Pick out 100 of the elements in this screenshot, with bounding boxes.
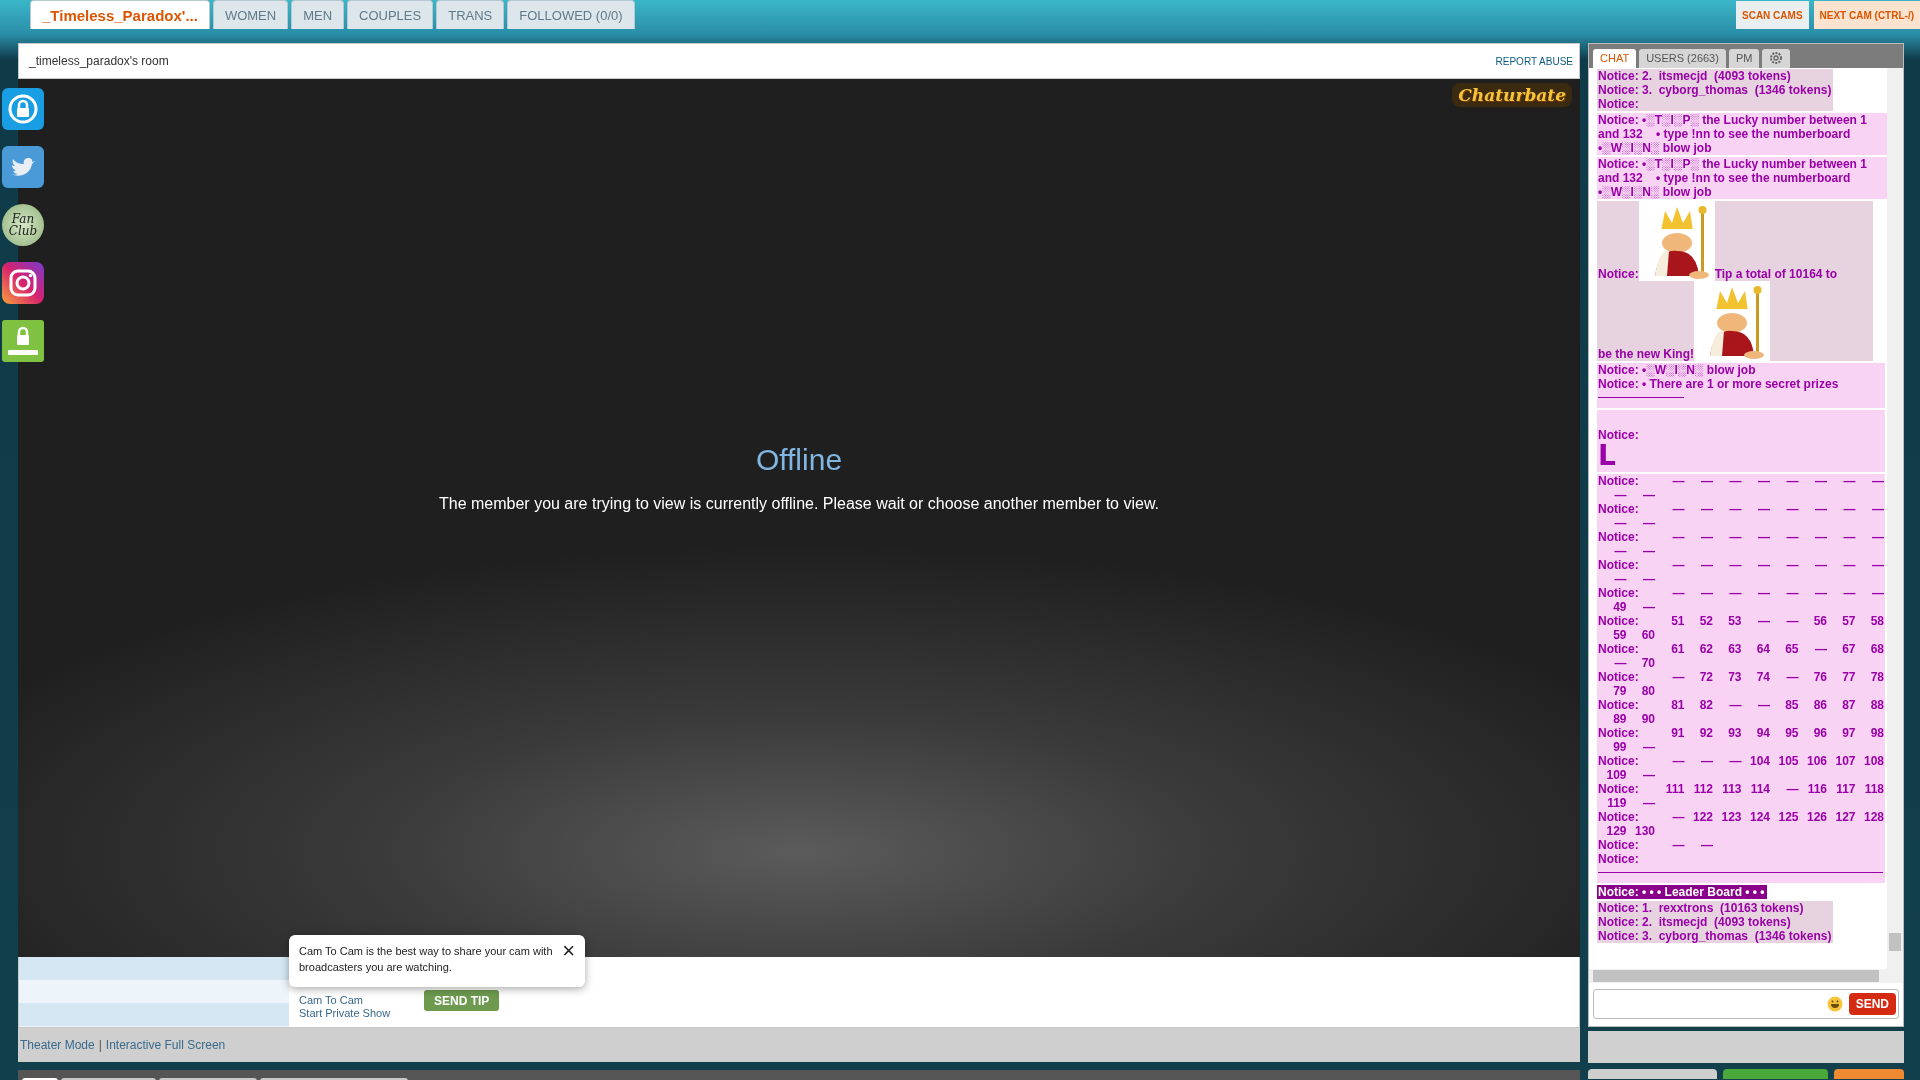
- board-number: 59: [1612, 627, 1627, 642]
- board-number: —: [1814, 473, 1827, 488]
- nav-tab[interactable]: FOLLOWED (0/0): [507, 0, 635, 29]
- board-number: —: [1642, 515, 1655, 530]
- board-number: —: [1785, 585, 1799, 600]
- cut-off-button[interactable]: [1723, 1069, 1829, 1079]
- board-number: 62: [1698, 641, 1713, 656]
- board-number: —: [1814, 641, 1827, 656]
- board-number: 108: [1862, 753, 1884, 768]
- board-number: —: [1757, 585, 1770, 600]
- board-number: 79: [1612, 683, 1627, 698]
- chat-notice: Notice:: [1598, 473, 1640, 488]
- chat-notice: Notice: 3. cyborg_thomas (1346 tokens): [1598, 82, 1832, 97]
- board-number: 76: [1812, 669, 1827, 684]
- board-number: 67: [1841, 641, 1856, 656]
- board-number: 65: [1784, 641, 1799, 656]
- board-number: —: [1700, 529, 1713, 544]
- next-cam-button[interactable]: NEXT CAM (CTRL-/): [1813, 1, 1920, 29]
- board-number: —: [1671, 585, 1685, 600]
- board-number: —: [1671, 669, 1685, 684]
- board-number: —: [1757, 613, 1770, 628]
- chat-notice: Tip a total of 10164 to: [1714, 266, 1838, 281]
- board-number: 94: [1755, 725, 1770, 740]
- nav-tab[interactable]: MEN: [291, 0, 345, 29]
- chat-notice: be the new King!: [1598, 346, 1694, 361]
- chat-input-field[interactable]: SEND: [1593, 989, 1899, 1020]
- chat-tab[interactable]: PM: [1728, 48, 1760, 68]
- board-number: —: [1728, 529, 1742, 544]
- board-number: 118: [1863, 781, 1884, 796]
- lock-icon[interactable]: [2, 88, 44, 130]
- chat-notice: Notice:: [1598, 501, 1640, 516]
- settings-icon: [1769, 51, 1784, 66]
- leader-board-heading: Notice: • • • Leader Board • • •: [1598, 884, 1765, 899]
- chat-notice: Notice:: [1598, 753, 1640, 768]
- board-number: —: [1757, 473, 1770, 488]
- chat-notice: Notice:: [1598, 557, 1640, 572]
- board-number: —: [1613, 655, 1627, 670]
- board-number: —: [1642, 487, 1655, 502]
- shield-lock-icon[interactable]: [2, 320, 44, 362]
- board-number: 92: [1698, 725, 1713, 740]
- board-number: 124: [1748, 809, 1770, 824]
- board-number: —: [1757, 529, 1770, 544]
- board-number: —: [1785, 529, 1799, 544]
- board-number: 87: [1841, 697, 1856, 712]
- board-number: —: [1671, 473, 1685, 488]
- board-number: 113: [1721, 781, 1742, 796]
- board-number: 104: [1748, 753, 1770, 768]
- send-tip-button[interactable]: SEND TIP: [424, 990, 500, 1011]
- settings-tab[interactable]: [1762, 48, 1791, 68]
- board-number: —: [1728, 501, 1742, 516]
- board-number: —: [1642, 739, 1655, 754]
- nav-tab[interactable]: WOMEN: [212, 0, 289, 29]
- chat-tab[interactable]: USERS (2663): [1639, 48, 1726, 68]
- bird-icon[interactable]: [2, 146, 44, 188]
- camera-icon[interactable]: [2, 262, 44, 304]
- board-number: —: [1613, 515, 1627, 530]
- view-mode-link[interactable]: Theater Mode: [20, 1038, 95, 1052]
- chat-notice: Notice:: [1598, 613, 1640, 628]
- chat-notice: Notice:: [1598, 781, 1640, 796]
- nav-tab[interactable]: TRANS: [436, 0, 505, 29]
- board-number: 105: [1777, 753, 1799, 768]
- scrollbar[interactable]: [1887, 67, 1903, 969]
- board-number: —: [1871, 529, 1884, 544]
- tooltip-text: Cam To Cam is the best way to share your cam with broadcasters you are watching.: [299, 944, 554, 975]
- board-number: 111: [1664, 781, 1685, 796]
- view-mode-link[interactable]: Interactive Full Screen: [105, 1038, 226, 1052]
- board-number: 52: [1698, 613, 1713, 628]
- smiley-icon[interactable]: [1826, 996, 1843, 1013]
- board-number: —: [1613, 487, 1627, 502]
- board-number: 56: [1812, 613, 1827, 628]
- chat-notice: Notice:: [1598, 585, 1640, 600]
- board-number: —: [1671, 529, 1685, 544]
- fan-club-badge[interactable]: Fan Club: [2, 204, 44, 246]
- board-number: 128: [1862, 809, 1884, 824]
- board-number: —: [1842, 585, 1856, 600]
- close-button[interactable]: ×: [562, 943, 575, 959]
- nav-tab[interactable]: _Timeless_Paradox'...: [30, 0, 210, 29]
- chat-tab[interactable]: CHAT: [1593, 48, 1637, 68]
- scan-cams-link[interactable]: SCAN CAMS: [1736, 1, 1809, 29]
- board-number: 73: [1727, 669, 1742, 684]
- nav-tab[interactable]: COUPLES: [347, 0, 434, 29]
- board-number: 80: [1640, 683, 1655, 698]
- board-number: —: [1785, 473, 1799, 488]
- board-number: 96: [1812, 725, 1827, 740]
- board-number: 106: [1805, 753, 1827, 768]
- board-number: —: [1814, 529, 1827, 544]
- board-number: —: [1842, 557, 1856, 572]
- board-number: —: [1700, 837, 1713, 852]
- board-number: 109: [1605, 767, 1627, 782]
- board-number: 58: [1869, 613, 1884, 628]
- chat-notice: Notice:: [1598, 641, 1640, 656]
- board-number: —: [1871, 557, 1884, 572]
- board-number: 130: [1633, 823, 1655, 838]
- chat-notice: Notice: •░T░I░P░ the Lucky number between 1 and 132 • type !nn to see the numberboard •░W░I░N░ blow job: [1598, 112, 1868, 155]
- send-button[interactable]: SEND: [1848, 993, 1896, 1016]
- action-link[interactable]: Start Private Show: [299, 1007, 424, 1019]
- report-abuse-link[interactable]: REPORT ABUSE: [1495, 55, 1573, 67]
- chat-notice: Notice: 3. cyborg_thomas (1346 tokens): [1598, 928, 1832, 943]
- board-number: —: [1642, 795, 1655, 810]
- action-link[interactable]: Cam To Cam: [299, 994, 424, 1006]
